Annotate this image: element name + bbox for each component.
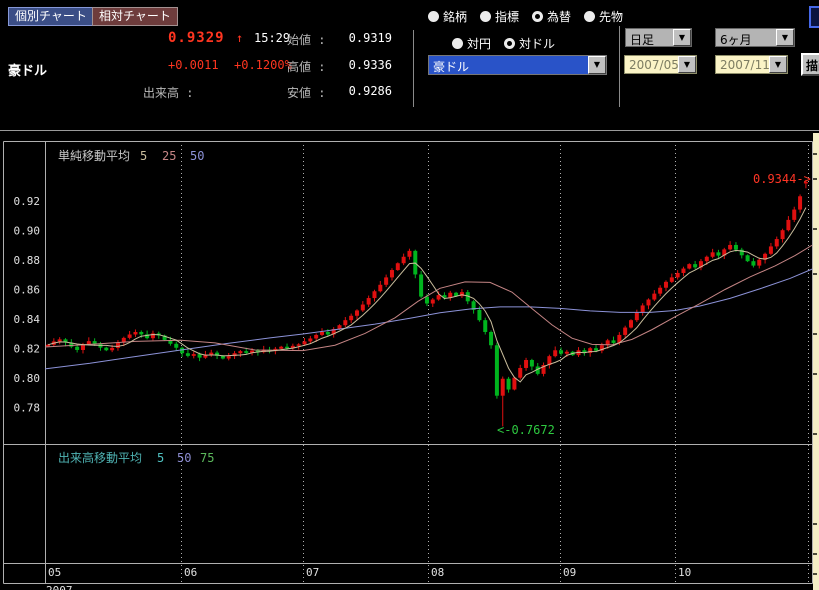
svg-text:50: 50 bbox=[190, 149, 204, 163]
svg-text:出来高移動平均: 出来高移動平均 bbox=[58, 450, 142, 465]
svg-text:08: 08 bbox=[431, 566, 444, 579]
svg-text:5: 5 bbox=[157, 451, 164, 465]
low-annotation: <-0.7672 bbox=[497, 423, 555, 437]
fx-chart-window: { "tabs": { "individual": "個別チャート", "rel… bbox=[0, 0, 819, 590]
svg-text:0.90: 0.90 bbox=[14, 225, 41, 238]
svg-text:0.78: 0.78 bbox=[14, 402, 41, 415]
price-chart-svg: 0.92 0.90 0.88 0.86 0.84 0.82 0.80 0.78 05 06 07 08… bbox=[0, 0, 819, 590]
svg-text:05: 05 bbox=[48, 566, 61, 579]
svg-text:0.88: 0.88 bbox=[14, 254, 41, 267]
candles-group bbox=[46, 180, 808, 427]
svg-text:10: 10 bbox=[678, 566, 691, 579]
svg-text:50: 50 bbox=[177, 451, 191, 465]
chart-frame bbox=[4, 142, 813, 584]
x-axis-labels: 05 06 07 08 09 10 2007 bbox=[46, 566, 691, 590]
svg-text:07: 07 bbox=[306, 566, 319, 579]
x-axis-year-label: 2007 bbox=[46, 584, 73, 590]
svg-text:0.82: 0.82 bbox=[14, 343, 41, 356]
high-annotation: 0.9344-> bbox=[753, 172, 811, 186]
svg-text:75: 75 bbox=[200, 451, 214, 465]
volume-legend: 出来高移動平均 5 50 75 bbox=[58, 450, 214, 465]
svg-text:0.86: 0.86 bbox=[14, 284, 41, 297]
svg-text:5: 5 bbox=[140, 149, 147, 163]
price-legend: 単純移動平均 5 25 50 bbox=[58, 149, 204, 163]
svg-text:単純移動平均: 単純移動平均 bbox=[58, 149, 130, 163]
svg-text:06: 06 bbox=[184, 566, 197, 579]
svg-text:0.80: 0.80 bbox=[14, 372, 41, 385]
svg-text:0.92: 0.92 bbox=[14, 195, 41, 208]
svg-text:09: 09 bbox=[563, 566, 576, 579]
svg-text:0.84: 0.84 bbox=[14, 313, 41, 326]
y-axis-labels: 0.92 0.90 0.88 0.86 0.84 0.82 0.80 0.78 bbox=[14, 195, 41, 415]
svg-text:25: 25 bbox=[162, 149, 176, 163]
